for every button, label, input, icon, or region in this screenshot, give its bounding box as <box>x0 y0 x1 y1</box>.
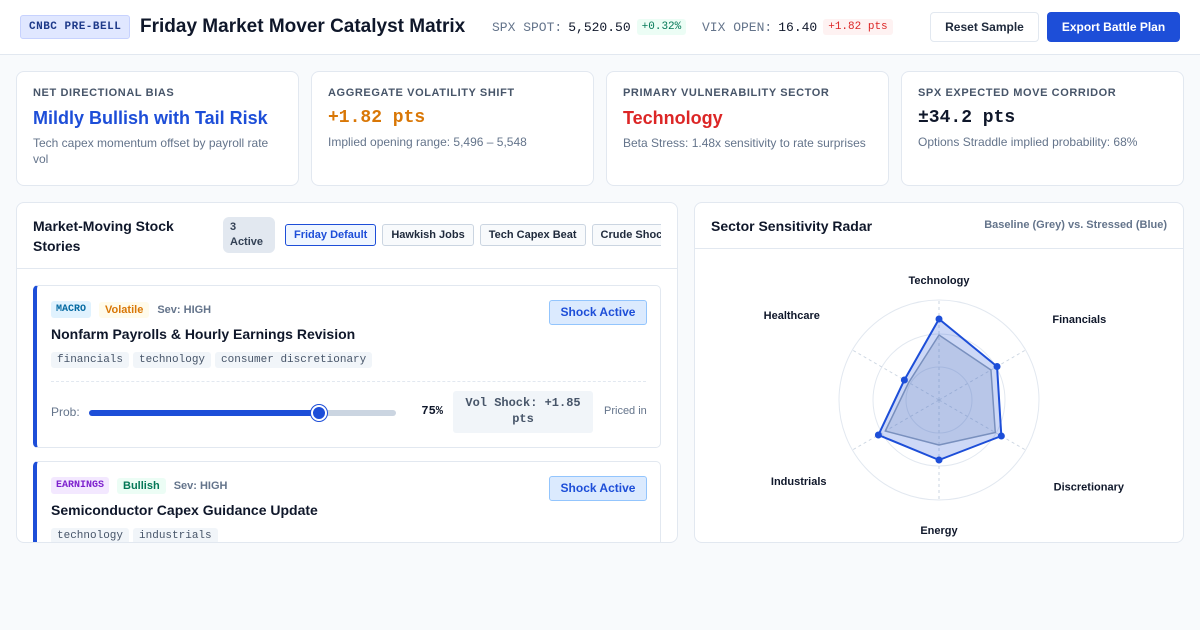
radar-point <box>935 315 943 323</box>
sector-tag: technology <box>133 352 212 368</box>
probability-value: 75% <box>421 404 443 418</box>
severity-label: Sev: HIGH <box>157 303 212 316</box>
radar-point <box>900 376 908 384</box>
slider-thumb[interactable] <box>311 405 328 421</box>
radar-title: Sector Sensitivity Radar <box>711 218 873 234</box>
preset-crude-shock[interactable]: Crude Shock <box>591 224 661 246</box>
metric-subtext: Options Straddle implied probability: 68… <box>918 135 1138 149</box>
page-title: Friday Market Mover Catalyst Matrix <box>140 16 466 37</box>
mood-badge: Bullish <box>117 477 166 494</box>
metric-value: +1.82 pts <box>328 108 426 128</box>
spx-label: SPX SPOT: <box>492 19 563 35</box>
story-divider <box>51 381 646 382</box>
severity-label: Sev: HIGH <box>173 479 228 492</box>
vix-ticker: VIX OPEN: 16.40 +1.82 pts <box>702 19 893 35</box>
radar-axis-label: Healthcare <box>764 310 820 322</box>
metric-value: Mildly Bullish with Tail Risk <box>33 108 268 128</box>
shock-active-toggle[interactable]: Shock Active <box>549 300 647 325</box>
metric-card-bias: Net Directional Bias Mildly Bullish with… <box>16 71 299 186</box>
category-badge: MACRO <box>51 301 92 318</box>
stories-panel-title: Market-Moving Stock Stories <box>33 218 174 254</box>
metric-subtext: Beta Stress: 1.48x sensitivity to rate s… <box>623 136 866 150</box>
radar-panel-header: Sector Sensitivity Radar Baseline (Grey)… <box>695 203 1183 249</box>
top-header: CNBC PRE-BELL Friday Market Mover Cataly… <box>0 0 1200 55</box>
story-tags: EARNINGS Bullish Sev: HIGH <box>51 477 227 494</box>
sector-radar-chart: Technology Financials Discretionary Energy I… <box>764 275 1125 537</box>
slider-fill <box>89 410 320 416</box>
sector-tags: technology industrials <box>51 528 222 542</box>
radar-point <box>993 363 1001 370</box>
radar-axis-label: Technology <box>909 275 971 287</box>
story-card: MACRO Volatile Sev: HIGH Shock Active No… <box>33 285 661 448</box>
radar-axis-label: Energy <box>920 525 958 537</box>
metric-card-vulnerability: Primary Vulnerability Sector Technology … <box>606 71 889 186</box>
radar-point <box>997 432 1005 440</box>
metric-card-volatility: Aggregate Volatility Shift +1.82 pts Imp… <box>311 71 594 186</box>
sector-tag: consumer discretionary <box>215 352 373 368</box>
metric-card-move-corridor: SPX Expected Move Corridor ±34.2 pts Opt… <box>901 71 1184 186</box>
metric-value: ±34.2 pts <box>918 108 1016 128</box>
radar-axis-label: Discretionary <box>1054 482 1125 494</box>
preset-tech-capex-beat[interactable]: Tech Capex Beat <box>479 224 586 246</box>
sector-tag: financials <box>51 352 130 368</box>
metric-label: SPX Expected Move Corridor <box>918 87 1117 99</box>
active-count-badge: 3 Active <box>223 217 275 253</box>
category-badge: EARNINGS <box>51 477 110 494</box>
export-battle-plan-button[interactable]: Export Battle Plan <box>1047 12 1180 42</box>
spx-value: 5,520.50 <box>568 19 631 35</box>
spx-ticker: SPX SPOT: 5,520.50 +0.32% <box>492 19 687 35</box>
sector-tag: technology <box>51 528 130 542</box>
preset-hawkish-jobs[interactable]: Hawkish Jobs <box>382 224 474 246</box>
preset-friday-default[interactable]: Friday Default <box>285 224 377 246</box>
stories-panel-header: Market-Moving Stock Stories 3 Active Fri… <box>17 203 677 269</box>
mood-badge: Volatile <box>99 301 150 318</box>
metric-subtext: Tech capex momentum offset by payroll ra… <box>33 136 269 166</box>
radar-panel: Sector Sensitivity Radar Baseline (Grey)… <box>694 202 1184 543</box>
story-tags: MACRO Volatile Sev: HIGH <box>51 301 211 318</box>
metric-subtext: Implied opening range: 5,496 – 5,548 <box>328 135 527 149</box>
story-title: Semiconductor Capex Guidance Update <box>51 502 318 518</box>
metric-label: Aggregate Volatility Shift <box>328 87 515 99</box>
radar-point <box>935 456 943 464</box>
metric-value: Technology <box>623 108 723 128</box>
vix-label: VIX OPEN: <box>702 19 773 35</box>
sector-tag: industrials <box>133 528 218 542</box>
probability-slider[interactable] <box>89 405 396 421</box>
preset-bar: Friday Default Hawkish Jobs Tech Capex Bea… <box>285 224 661 248</box>
sector-tags: financials technology consumer discretio… <box>51 352 376 368</box>
radar-axis-label: Financials <box>1052 314 1106 326</box>
radar-point <box>874 431 882 439</box>
spx-change-badge: +0.32% <box>636 19 687 35</box>
vol-shock-readout: Vol Shock: +1.85 pts <box>453 391 593 433</box>
radar-legend: Baseline (Grey) vs. Stressed (Blue) <box>984 219 1167 231</box>
probability-label: Prob: <box>51 405 80 419</box>
priced-in-label: Priced in <box>604 405 647 417</box>
metric-label: Net Directional Bias <box>33 87 175 99</box>
story-card: EARNINGS Bullish Sev: HIGH Shock Active … <box>33 461 661 542</box>
vix-change-badge: +1.82 pts <box>823 19 893 35</box>
radar-series-stressed <box>877 318 1003 461</box>
metric-label: Primary Vulnerability Sector <box>623 87 830 99</box>
radar-axis-label: Industrials <box>771 476 827 488</box>
story-title: Nonfarm Payrolls & Hourly Earnings Revis… <box>51 326 356 342</box>
vix-value: 16.40 <box>778 19 818 35</box>
stories-panel: Market-Moving Stock Stories 3 Active Fri… <box>16 202 678 543</box>
reset-sample-button[interactable]: Reset Sample <box>930 12 1039 42</box>
shock-active-toggle[interactable]: Shock Active <box>549 476 647 501</box>
brand-badge: CNBC PRE-BELL <box>20 15 131 39</box>
